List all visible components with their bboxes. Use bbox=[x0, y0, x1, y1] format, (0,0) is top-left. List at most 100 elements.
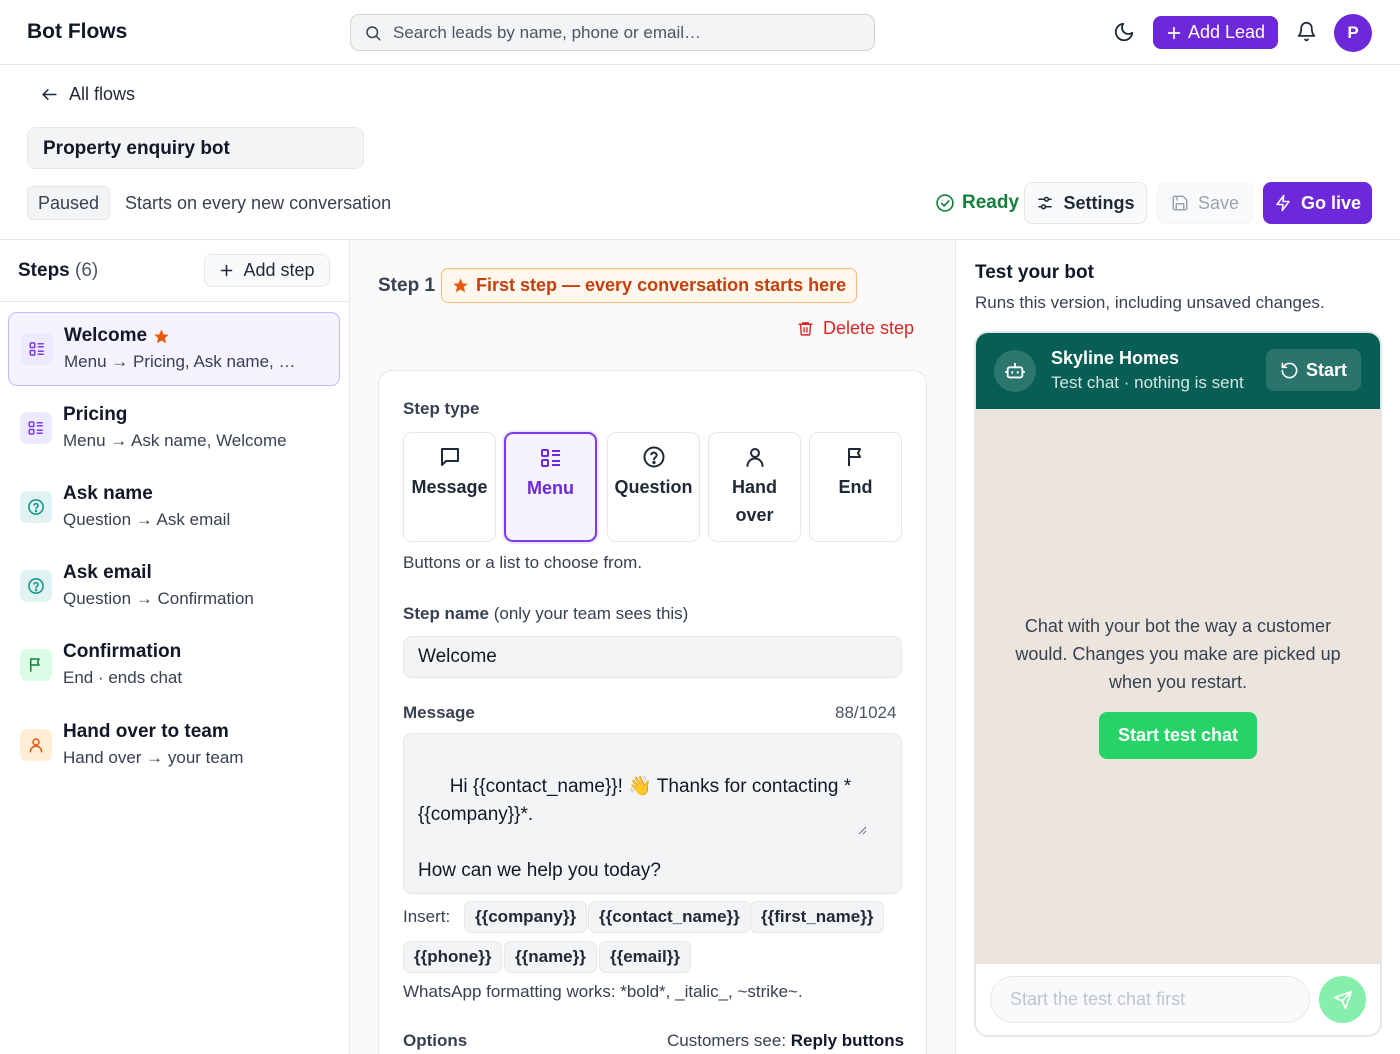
ready-status: Ready bbox=[935, 192, 1019, 214]
bot-icon bbox=[994, 350, 1036, 392]
step-form-card: Step type Message Menu Question Hand ove… bbox=[378, 370, 927, 1054]
arrow-left-icon bbox=[40, 85, 59, 104]
chat-subtitle: Test chat · nothing is sent bbox=[1051, 373, 1244, 392]
trash-icon bbox=[797, 320, 814, 337]
steps-divider bbox=[0, 301, 349, 302]
step-type-label: Step type bbox=[403, 399, 480, 418]
step-title: Hand over to team bbox=[63, 721, 229, 742]
insert-chip-email[interactable]: {{email}} bbox=[599, 941, 691, 973]
step-type-label: Hand over bbox=[732, 477, 777, 525]
step-name-label: Step name (only your team sees this) bbox=[403, 604, 688, 624]
step-title: Welcome bbox=[64, 325, 170, 347]
rotate-icon bbox=[1280, 361, 1299, 380]
send-button[interactable] bbox=[1319, 976, 1366, 1023]
step-item-hand-over[interactable]: Hand over to team Hand over → your team bbox=[8, 709, 340, 783]
message-icon bbox=[438, 445, 462, 469]
step-type-label: Menu bbox=[527, 478, 574, 498]
chat-hint: Chat with your bot the way a customer wo… bbox=[1015, 616, 1341, 692]
add-lead-button[interactable]: Add Lead bbox=[1153, 16, 1278, 49]
question-icon bbox=[20, 570, 52, 602]
steps-title: Steps bbox=[18, 260, 70, 281]
step-type-message[interactable]: Message bbox=[403, 432, 496, 542]
flow-name-field[interactable]: Property enquiry bot bbox=[27, 127, 364, 169]
flag-icon bbox=[20, 649, 52, 681]
save-icon bbox=[1171, 194, 1189, 212]
sliders-icon bbox=[1036, 194, 1054, 212]
step-type-hand-over[interactable]: Hand over bbox=[708, 432, 801, 542]
step-subtitle: End · ends chat bbox=[63, 668, 183, 687]
step-item-ask-name[interactable]: Ask name Question → Ask email bbox=[8, 471, 340, 545]
zap-icon bbox=[1274, 194, 1292, 212]
start-label: Start bbox=[1305, 359, 1347, 380]
step-title: Pricing bbox=[63, 404, 128, 425]
plus-icon bbox=[219, 263, 234, 278]
customers-see-value: Reply buttons bbox=[790, 1031, 905, 1050]
search-icon bbox=[364, 24, 382, 42]
insert-chip-company[interactable]: {{company}} bbox=[464, 901, 588, 933]
step-number: Step 1 bbox=[378, 275, 436, 296]
step-item-welcome[interactable]: Welcome Menu → Pricing, Ask name, … bbox=[8, 312, 340, 386]
step-item-pricing[interactable]: Pricing Menu → Ask name, Welcome bbox=[8, 392, 340, 466]
add-step-button[interactable]: Add step bbox=[204, 254, 330, 287]
restart-chat-button[interactable]: Start bbox=[1266, 349, 1361, 391]
step-item-confirmation[interactable]: Confirmation End · ends chat bbox=[8, 629, 340, 703]
delete-step-button[interactable]: Delete step bbox=[797, 318, 914, 339]
step-subtitle: Hand over → your team bbox=[63, 748, 244, 767]
step-name-hint: (only your team sees this) bbox=[493, 604, 689, 623]
customers-see: Customers see: Reply buttons bbox=[667, 1031, 904, 1051]
message-char-counter: 88/1024 bbox=[835, 703, 897, 722]
insert-chip-name[interactable]: {{name}} bbox=[504, 941, 597, 973]
first-step-badge: First step — every conversation starts h… bbox=[441, 268, 858, 303]
check-circle-icon bbox=[935, 193, 955, 213]
step-subtitle: Question → Ask email bbox=[63, 510, 231, 529]
go-live-button[interactable]: Go live bbox=[1263, 182, 1372, 224]
insert-chip-contact-name[interactable]: {{contact_name}} bbox=[588, 901, 751, 933]
save-label: Save bbox=[1197, 192, 1240, 213]
bell-icon[interactable] bbox=[1296, 21, 1317, 42]
message-text: Hi {{contact_name}}! 👋 Thanks for contac… bbox=[418, 776, 852, 881]
formatting-help: WhatsApp formatting works: *bold*, _ital… bbox=[403, 982, 803, 1001]
resize-handle-icon[interactable] bbox=[857, 769, 899, 891]
test-panel-subtitle: Runs this version, including unsaved cha… bbox=[975, 293, 1325, 312]
save-button[interactable]: Save bbox=[1157, 182, 1253, 224]
step-subtitle: Menu → Pricing, Ask name, … bbox=[64, 352, 296, 371]
question-icon bbox=[642, 445, 666, 469]
message-textarea[interactable]: Hi {{contact_name}}! 👋 Thanks for contac… bbox=[403, 733, 902, 894]
search-input[interactable] bbox=[393, 15, 863, 50]
star-icon bbox=[452, 277, 469, 294]
customers-see-label: Customers see: bbox=[667, 1031, 787, 1050]
menu-icon bbox=[20, 412, 52, 444]
step-type-help: Buttons or a list to choose from. bbox=[403, 553, 643, 572]
insert-chip-phone[interactable]: {{phone}} bbox=[403, 941, 503, 973]
step-item-ask-email[interactable]: Ask email Question → Confirmation bbox=[8, 550, 340, 624]
app-title: Bot Flows bbox=[27, 20, 128, 43]
back-to-all-flows-link[interactable]: All flows bbox=[40, 84, 135, 105]
options-label: Options bbox=[403, 1031, 468, 1050]
step-type-question[interactable]: Question bbox=[607, 432, 700, 542]
menu-icon bbox=[21, 333, 53, 365]
dark-mode-toggle-icon[interactable] bbox=[1113, 21, 1135, 43]
chat-area: Chat with your bot the way a customer wo… bbox=[976, 409, 1380, 964]
steps-panel: Steps (6) Add step Welcome Menu → Pricin… bbox=[0, 240, 350, 1054]
user-avatar[interactable]: P bbox=[1334, 14, 1372, 52]
insert-chip-first-name[interactable]: {{first_name}} bbox=[750, 901, 885, 933]
step-name-input[interactable] bbox=[403, 636, 902, 678]
first-step-badge-label: First step — every conversation starts h… bbox=[476, 275, 847, 295]
step-type-label: Message bbox=[411, 477, 488, 497]
step-type-end[interactable]: End bbox=[809, 432, 902, 542]
step-editor: Step 1 First step — every conversation s… bbox=[350, 240, 956, 1054]
search-box[interactable] bbox=[350, 14, 875, 51]
settings-label: Settings bbox=[1063, 192, 1135, 213]
step-type-label: End bbox=[838, 477, 873, 497]
plus-icon bbox=[1166, 25, 1182, 41]
settings-button[interactable]: Settings bbox=[1024, 182, 1147, 224]
step-name-label-text: Step name bbox=[403, 604, 489, 623]
chat-message-input[interactable] bbox=[990, 976, 1310, 1023]
start-test-chat-button[interactable]: Start test chat bbox=[1099, 712, 1257, 759]
business-name: Skyline Homes bbox=[1051, 348, 1180, 368]
step-type-label: Question bbox=[614, 477, 693, 497]
step-type-menu[interactable]: Menu bbox=[504, 432, 597, 542]
trigger-description: Starts on every new conversation bbox=[125, 193, 392, 213]
user-icon bbox=[20, 729, 52, 761]
flag-icon bbox=[844, 445, 868, 469]
